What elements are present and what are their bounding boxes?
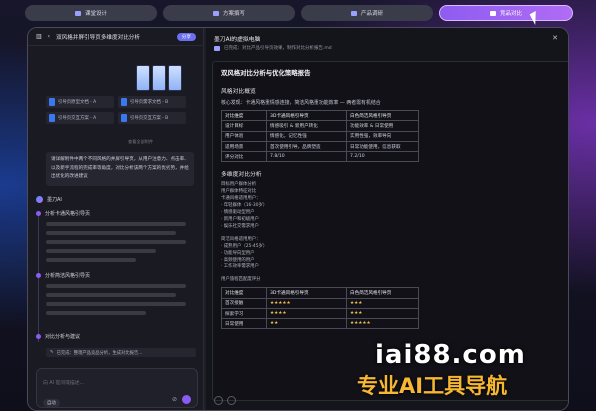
pen-icon: ✎ [50,350,54,355]
list-item: · 工作效率需求用户 [221,264,259,270]
list-item: 卡通风格适用用户： [221,196,261,202]
table-row: 用户体验 情感化，记忆性强 实用性强，效率导向 [221,130,419,142]
step-dot-icon [36,273,41,278]
tab-course-design[interactable]: 课堂设计 [25,5,157,21]
table-header-cell: 对比维度 [221,109,267,122]
thumbnail[interactable] [152,65,166,91]
list-item: · 情感驱动型用户 [221,210,255,216]
thumbnail[interactable] [136,65,150,91]
send-button[interactable] [182,395,191,404]
text-placeholder-line [46,258,136,262]
close-icon[interactable]: ✕ [552,34,558,42]
table-row: 适用场景 首次使用引导，品牌塑造 日常功能使用，信息获取 [221,140,419,153]
text-placeholder-line [46,284,186,288]
attachment-file[interactable]: 引导页交互方案 - A [46,112,114,124]
back-icon[interactable]: ‹ [48,33,50,40]
chat-input-box[interactable]: 向 AI 提问或描述... 自动 ⊘ [36,368,198,408]
watermark-slogan: 专业AI工具导航 [357,374,508,398]
text-placeholder-line [46,240,186,244]
tab-research[interactable]: 产品调研 [301,5,433,21]
text-placeholder-line [46,249,156,253]
thumbnail[interactable] [168,65,182,91]
table-row: 探索学习 ★★★★ ★★★ [221,307,419,320]
attachment-file[interactable]: 引导页原型文档 - A [46,96,114,108]
view-all-files-link[interactable]: 查看全部附件 [128,139,153,145]
text-placeholder-line [46,231,176,235]
tab-compare[interactable]: 竞品对比 [439,5,573,21]
sidebar-toggle-icon[interactable]: ▥ [36,33,42,40]
attach-icon[interactable]: ⊘ [172,396,177,403]
analysis-list: 目标用户群体分析 用户群体特征对比 卡通风格适用用户： · 年轻群体（16-30… [219,182,563,284]
top-nav: 课堂设计 方案撰写 产品调研 竞品对比 [25,5,573,21]
table-header-cell: 对比维度 [221,287,267,299]
chat-input-placeholder: 向 AI 提问或描述... [43,381,85,386]
file-icon [121,114,127,122]
panel-subtitle: 已完成：对比产品引导页效果，制作对比分析报告.md [214,45,332,51]
table-header-cell: 白色简洁风格引导页 [346,287,419,299]
prototype-thumbnails [136,65,182,91]
list-item: · 娱乐社交需求用户 [221,223,259,229]
file-icon [49,98,55,106]
model-selector[interactable]: 自动 [43,399,60,407]
table-row: 日常使用 ★★ ★★★★★ [221,318,419,330]
attachment-file[interactable]: 引导页交互方案 - B [118,112,186,124]
text-placeholder-line [46,302,186,306]
chat-panel: ▥ ‹ 双风格并屏引导页多维度对比分析 分享 引导页原型文档 - A 引导页需求… [28,28,204,410]
file-icon [121,98,127,106]
text-placeholder-line [46,293,176,297]
grid-icon [350,10,357,16]
report-title: 双风格对比分析与优化策略报告 [221,69,311,77]
attachment-file[interactable]: 引导页需求文档 - B [118,96,186,108]
prev-page-icon[interactable] [214,396,223,405]
table-row: 评分对比 7.8/10 7.2/10 [221,151,419,163]
section-heading: 多维度对比分析 [221,172,262,179]
user-request-message: 请详解附件中两个不同风格的并屏引导页，从用户注意力、点击率、以及新手流程的完成率… [46,152,194,186]
table-header-cell: 白色简洁风格引导页 [346,109,419,122]
section-heading: 风格对比概览 [221,89,256,95]
attachment-list: 引导页原型文档 - A 引导页需求文档 - B 引导页交互方案 - A 引导页交… [46,96,186,124]
journey-score-table: 对比维度 3D卡通风格引导页 白色简洁风格引导页 首次接触 ★★★★★ ★★★ 探索学习… [221,287,419,330]
chat-header: ▥ ‹ 双风格并屏引导页多维度对比分析 分享 [28,28,204,46]
share-button[interactable]: 分享 [176,32,196,41]
list-item: 用户旅程匹配度评分 [221,277,261,283]
step-dot-icon [36,211,41,216]
bot-logo-icon [36,196,43,203]
list-item: · 成熟用户（25-45岁） [221,243,268,249]
step-item[interactable]: 对比分析与建议 [36,333,80,340]
doc-nav [214,396,236,405]
doc-icon [212,10,219,16]
step-item[interactable]: 分析简洁风格引导页 [36,272,90,279]
list-item: · 高频使用的用户 [221,257,255,263]
table-header-cell: 3D卡通风格引导页 [266,109,347,122]
file-icon [49,114,55,122]
table-header-cell: 3D卡通风格引导页 [266,287,347,299]
next-page-icon[interactable] [227,396,236,405]
bot-header: 墨刀AI [36,196,62,203]
core-finding: 核心发现：卡通风格重情感连接，简洁风格重功能效率 — 两者需有机结合 [221,100,381,106]
table-row: 设计目标 情感吸引 & 新用户转化 功能效率 & 日常使用 [221,120,419,132]
table-row: 首次接触 ★★★★★ ★★★ [221,297,419,309]
doc-icon [214,45,220,51]
list-item: 目标用户群体分析 [221,182,257,188]
text-placeholder-line [46,311,146,315]
list-item: 用户群体特征对比 [221,189,257,195]
step-dot-icon [36,334,41,339]
chat-title: 双风格并屏引导页多维度对比分析 [56,34,140,41]
compare-icon [489,10,496,16]
watermark-site: iai88.com [375,340,526,370]
tool-status-row[interactable]: ✎ 已完成：整理产品竞品分析，生成对比报告... [46,348,196,357]
text-placeholder-line [46,222,186,226]
list-item: 简洁风格适用用户： [221,236,261,242]
style-overview-table: 对比维度 3D卡通风格引导页 白色简洁风格引导页 设计目标 情感吸引 & 新用户转化功… [221,109,419,163]
list-item: · 功能导向型用户 [221,250,255,256]
step-item[interactable]: 分析卡通风格引导页 [36,210,90,217]
tab-proposal[interactable]: 方案撰写 [163,5,295,21]
pen-icon [74,10,81,16]
panel-title: 墨刀AI的虚拟电脑 [214,37,261,43]
list-item: · 年轻群体（16-30岁） [221,203,268,209]
list-item: · 新用户和初级用户 [221,217,259,223]
